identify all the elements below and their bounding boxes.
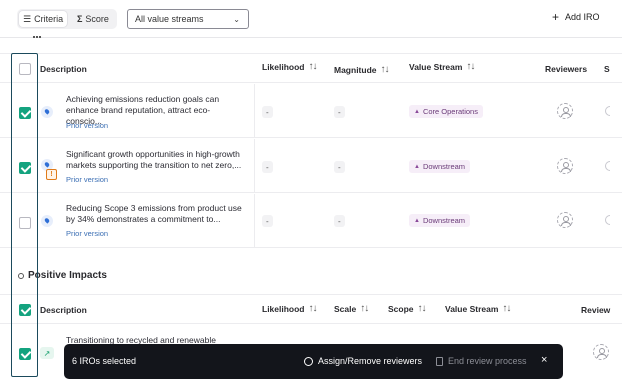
likelihood-value: - [262, 215, 273, 227]
section-title: Positive Impacts [18, 270, 107, 281]
sort-icon: ↑↓ [502, 303, 511, 314]
col-magnitude[interactable]: Magnitude ↑↓ [334, 64, 390, 75]
view-toggle: ☰ Criteria Σ Score [17, 9, 117, 29]
col-likelihood[interactable]: Likelihood ↑↓ [262, 61, 318, 72]
sort-icon: ↑↓ [308, 61, 318, 72]
assign-reviewers-button[interactable]: Assign/Remove reviewers [304, 356, 422, 366]
col-likelihood[interactable]: Likelihood ↑↓ [262, 303, 318, 314]
add-iro-button[interactable]: + Add IRO [552, 10, 600, 24]
row-description: Reducing Scope 3 emissions from product … [66, 203, 242, 224]
select-all-checkbox[interactable] [19, 63, 31, 75]
plus-icon: + [552, 10, 560, 24]
col-value-stream[interactable]: Value Stream ↑↓ [445, 303, 511, 314]
magnitude-value: - [334, 215, 345, 227]
sigma-icon: Σ [77, 14, 83, 24]
criteria-tab[interactable]: ☰ Criteria [19, 11, 67, 27]
section-title-label: Positive Impacts [28, 270, 107, 281]
col-truncated: S [604, 64, 610, 74]
criteria-tab-label: Criteria [34, 14, 64, 24]
selection-count: 6 IROs selected [72, 356, 137, 366]
truncated-cell [605, 161, 610, 171]
location-pin-icon [41, 215, 53, 227]
magnitude-value: - [334, 161, 345, 173]
warning-icon: ! [46, 169, 57, 180]
col-scale[interactable]: Scale ↑↓ [334, 303, 369, 314]
prior-version-link[interactable]: Prior version [66, 229, 108, 238]
sort-icon: ↑↓ [308, 303, 318, 314]
magnitude-value: - [334, 106, 345, 118]
truncated-cell [605, 215, 610, 225]
reviewer-avatar-icon[interactable] [557, 103, 573, 119]
value-stream-badge: ▲ Core Operations [409, 105, 483, 118]
location-pin-icon [41, 106, 53, 118]
col-description: Description [40, 305, 87, 315]
table-header: Description Likelihood ↑↓ Scale ↑↓ Scope ↑↓… [0, 294, 622, 324]
table-header: Description Likelihood ↑↓ Magnitude ↑↓ Val… [0, 53, 622, 83]
user-icon [304, 356, 313, 366]
select-all-checkbox[interactable] [19, 304, 31, 316]
prior-version-link[interactable]: Prior version [66, 175, 108, 184]
table-row[interactable]: Reducing Scope 3 emissions from product … [0, 194, 622, 248]
value-stream-select-value: All value streams [135, 14, 204, 24]
score-tab[interactable]: Σ Score [73, 11, 117, 27]
value-stream-icon: ▲ [414, 163, 420, 170]
col-value-stream[interactable]: Value Stream ↑↓ [409, 61, 475, 72]
bulk-action-bar: 6 IROs selected Assign/Remove reviewers … [64, 344, 563, 379]
add-iro-label: Add IRO [565, 12, 600, 22]
table-row[interactable]: ! Significant growth opportunities in hi… [0, 139, 622, 193]
circle-icon [18, 272, 24, 279]
value-stream-icon: ▲ [414, 108, 420, 115]
table-row[interactable]: Achieving emissions reduction goals can … [0, 84, 622, 138]
sort-icon: ↑↓ [360, 303, 369, 314]
value-stream-select[interactable]: All value streams ⌄ [127, 9, 249, 29]
end-review-label: End review process [448, 356, 527, 366]
likelihood-value: - [262, 161, 273, 173]
col-scope[interactable]: Scope ↑↓ [388, 303, 427, 314]
col-reviewers: Reviewers [545, 64, 588, 74]
close-icon[interactable]: × [541, 354, 547, 366]
row-checkbox[interactable] [19, 217, 31, 229]
chevron-down-icon: ⌄ [233, 15, 240, 24]
value-stream-badge: ▲ Downstream [409, 160, 471, 173]
prior-version-link[interactable]: Prior version [66, 121, 108, 130]
list-icon: ☰ [23, 13, 32, 24]
reviewer-avatar-icon[interactable] [557, 212, 573, 228]
col-description: Description [40, 64, 87, 74]
sort-icon: ↑↓ [417, 303, 427, 314]
reviewer-avatar-icon[interactable] [557, 158, 573, 174]
truncated-cell [605, 106, 610, 116]
toolbar: ☰ Criteria Σ Score All value streams ⌄ +… [0, 0, 622, 38]
row-checkbox[interactable] [19, 107, 31, 119]
row-checkbox[interactable] [19, 162, 31, 174]
row-description: Significant growth opportunities in high… [66, 149, 242, 170]
assign-reviewers-label: Assign/Remove reviewers [318, 356, 423, 366]
value-stream-icon: ▲ [414, 217, 420, 224]
score-tab-label: Score [85, 14, 109, 24]
likelihood-value: - [262, 106, 273, 118]
col-reviewers: Review [581, 305, 611, 315]
reviewer-avatar-icon[interactable] [593, 344, 609, 360]
drag-handle-icon [33, 36, 41, 39]
end-review-button[interactable]: End review process [436, 356, 527, 366]
sort-icon: ↑↓ [380, 64, 390, 75]
row-checkbox[interactable] [19, 348, 31, 360]
value-stream-badge: ▲ Downstream [409, 214, 471, 227]
sort-icon: ↑↓ [466, 61, 475, 72]
trend-up-icon: ↗ [40, 347, 54, 359]
document-icon [436, 356, 443, 366]
